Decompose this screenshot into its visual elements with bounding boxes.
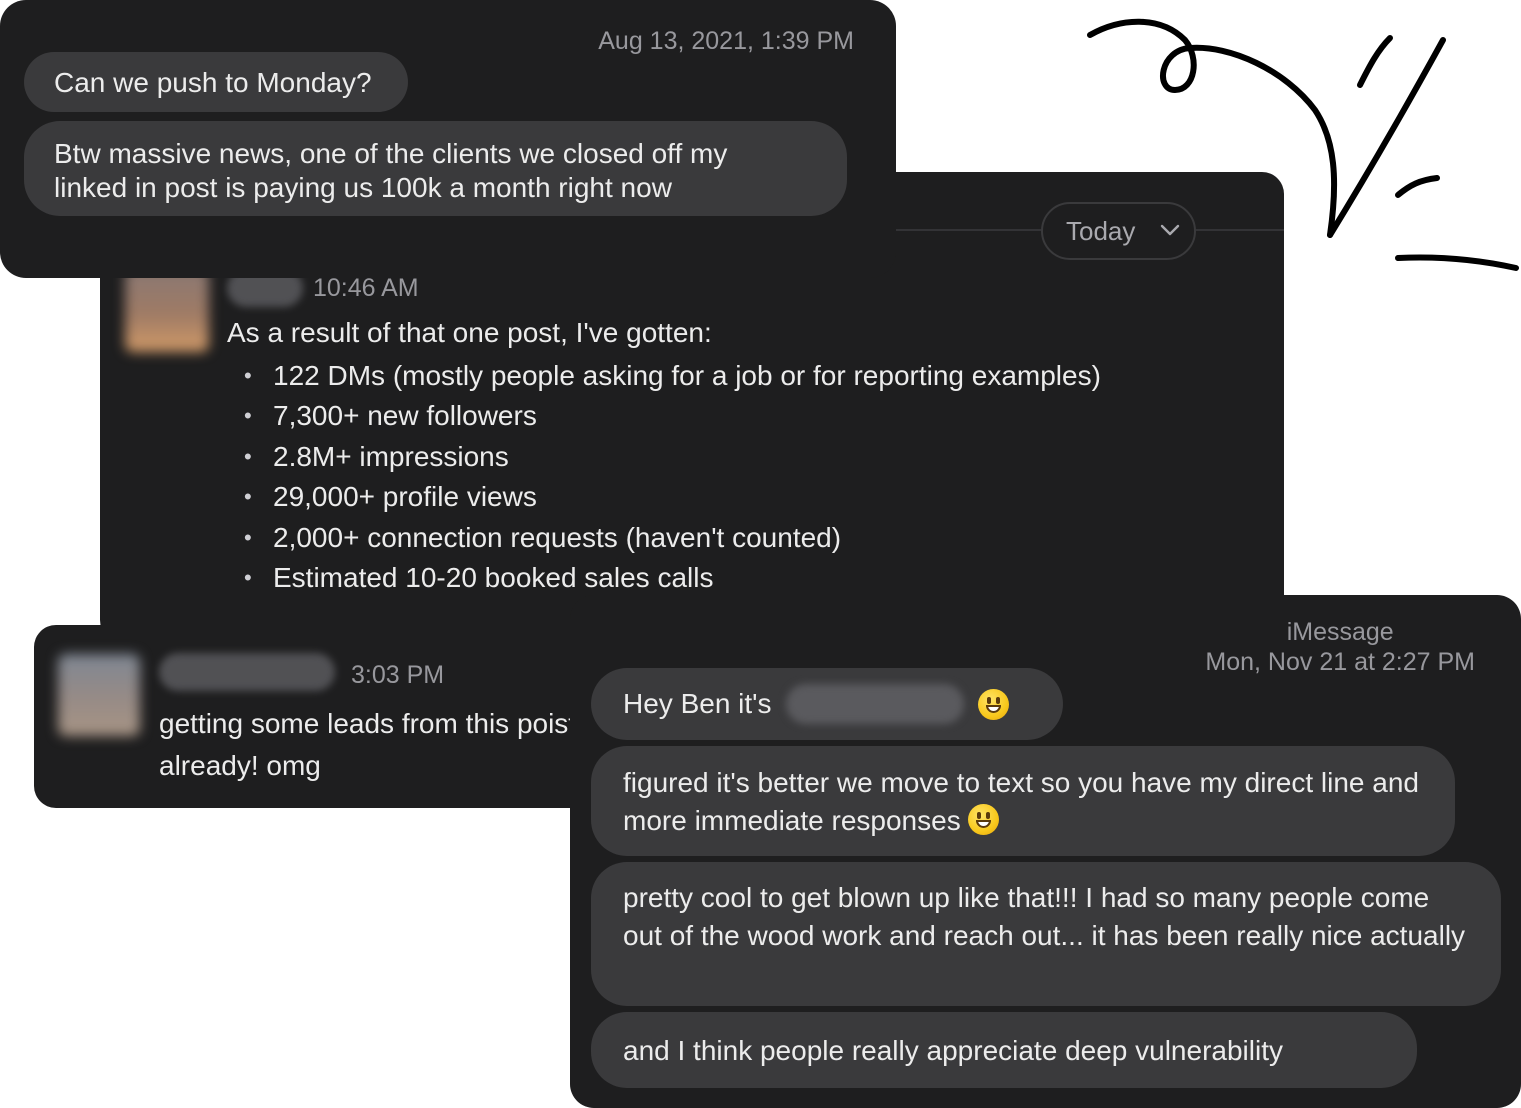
message-timestamp: Aug 13, 2021, 1:39 PM bbox=[598, 27, 854, 55]
scribble-decoration bbox=[1087, 18, 1519, 271]
avatar[interactable] bbox=[125, 268, 209, 352]
list-item: 2.8M+ impressions bbox=[228, 437, 1101, 478]
list-item: 2,000+ connection requests (haven't coun… bbox=[228, 518, 1101, 559]
message-bubble: and I think people really appreciate dee… bbox=[591, 1012, 1417, 1088]
blurred-sender-name bbox=[785, 684, 964, 724]
message-bubble: Hey Ben it's bbox=[591, 668, 1063, 740]
slack-message-card-2: 3:03 PM getting some leads from this poi… bbox=[34, 625, 604, 808]
results-list: 122 DMs (mostly people asking for a job … bbox=[228, 356, 1101, 599]
message-text: As a result of that one post, I've gotte… bbox=[227, 317, 712, 348]
message-bubble: Btw massive news, one of the clients we … bbox=[24, 121, 847, 216]
message-bubble: pretty cool to get blown up like that!!!… bbox=[591, 862, 1501, 1006]
list-item: 29,000+ profile views bbox=[228, 477, 1101, 518]
message-bubble: figured it's better we move to text so y… bbox=[591, 746, 1455, 856]
message-text: figured it's better we move to text so y… bbox=[623, 767, 1419, 836]
conversation-header: iMessage Mon, Nov 21 at 2:27 PM bbox=[1205, 617, 1475, 677]
message-bubble: Can we push to Monday? bbox=[24, 52, 408, 112]
message-timestamp: Mon, Nov 21 at 2:27 PM bbox=[1205, 648, 1475, 676]
blurred-sender-name bbox=[159, 653, 335, 691]
greeting-text: Hey Ben it's bbox=[623, 688, 772, 719]
list-item: 7,300+ new followers bbox=[228, 396, 1101, 437]
avatar[interactable] bbox=[58, 654, 140, 736]
list-item: Estimated 10-20 booked sales calls bbox=[228, 558, 1101, 599]
imessage-card-1: Aug 13, 2021, 1:39 PM Can we push to Mon… bbox=[0, 0, 896, 278]
grinning-face-icon bbox=[968, 804, 1000, 835]
grinning-face-icon bbox=[977, 688, 1009, 720]
list-item: 122 DMs (mostly people asking for a job … bbox=[228, 356, 1101, 397]
service-label: iMessage bbox=[1286, 618, 1394, 646]
message-text: getting some leads from this poist alrea… bbox=[159, 708, 577, 781]
imessage-card-2: iMessage Mon, Nov 21 at 2:27 PM Hey Ben … bbox=[570, 595, 1521, 1108]
message-time: 3:03 PM bbox=[351, 661, 445, 689]
